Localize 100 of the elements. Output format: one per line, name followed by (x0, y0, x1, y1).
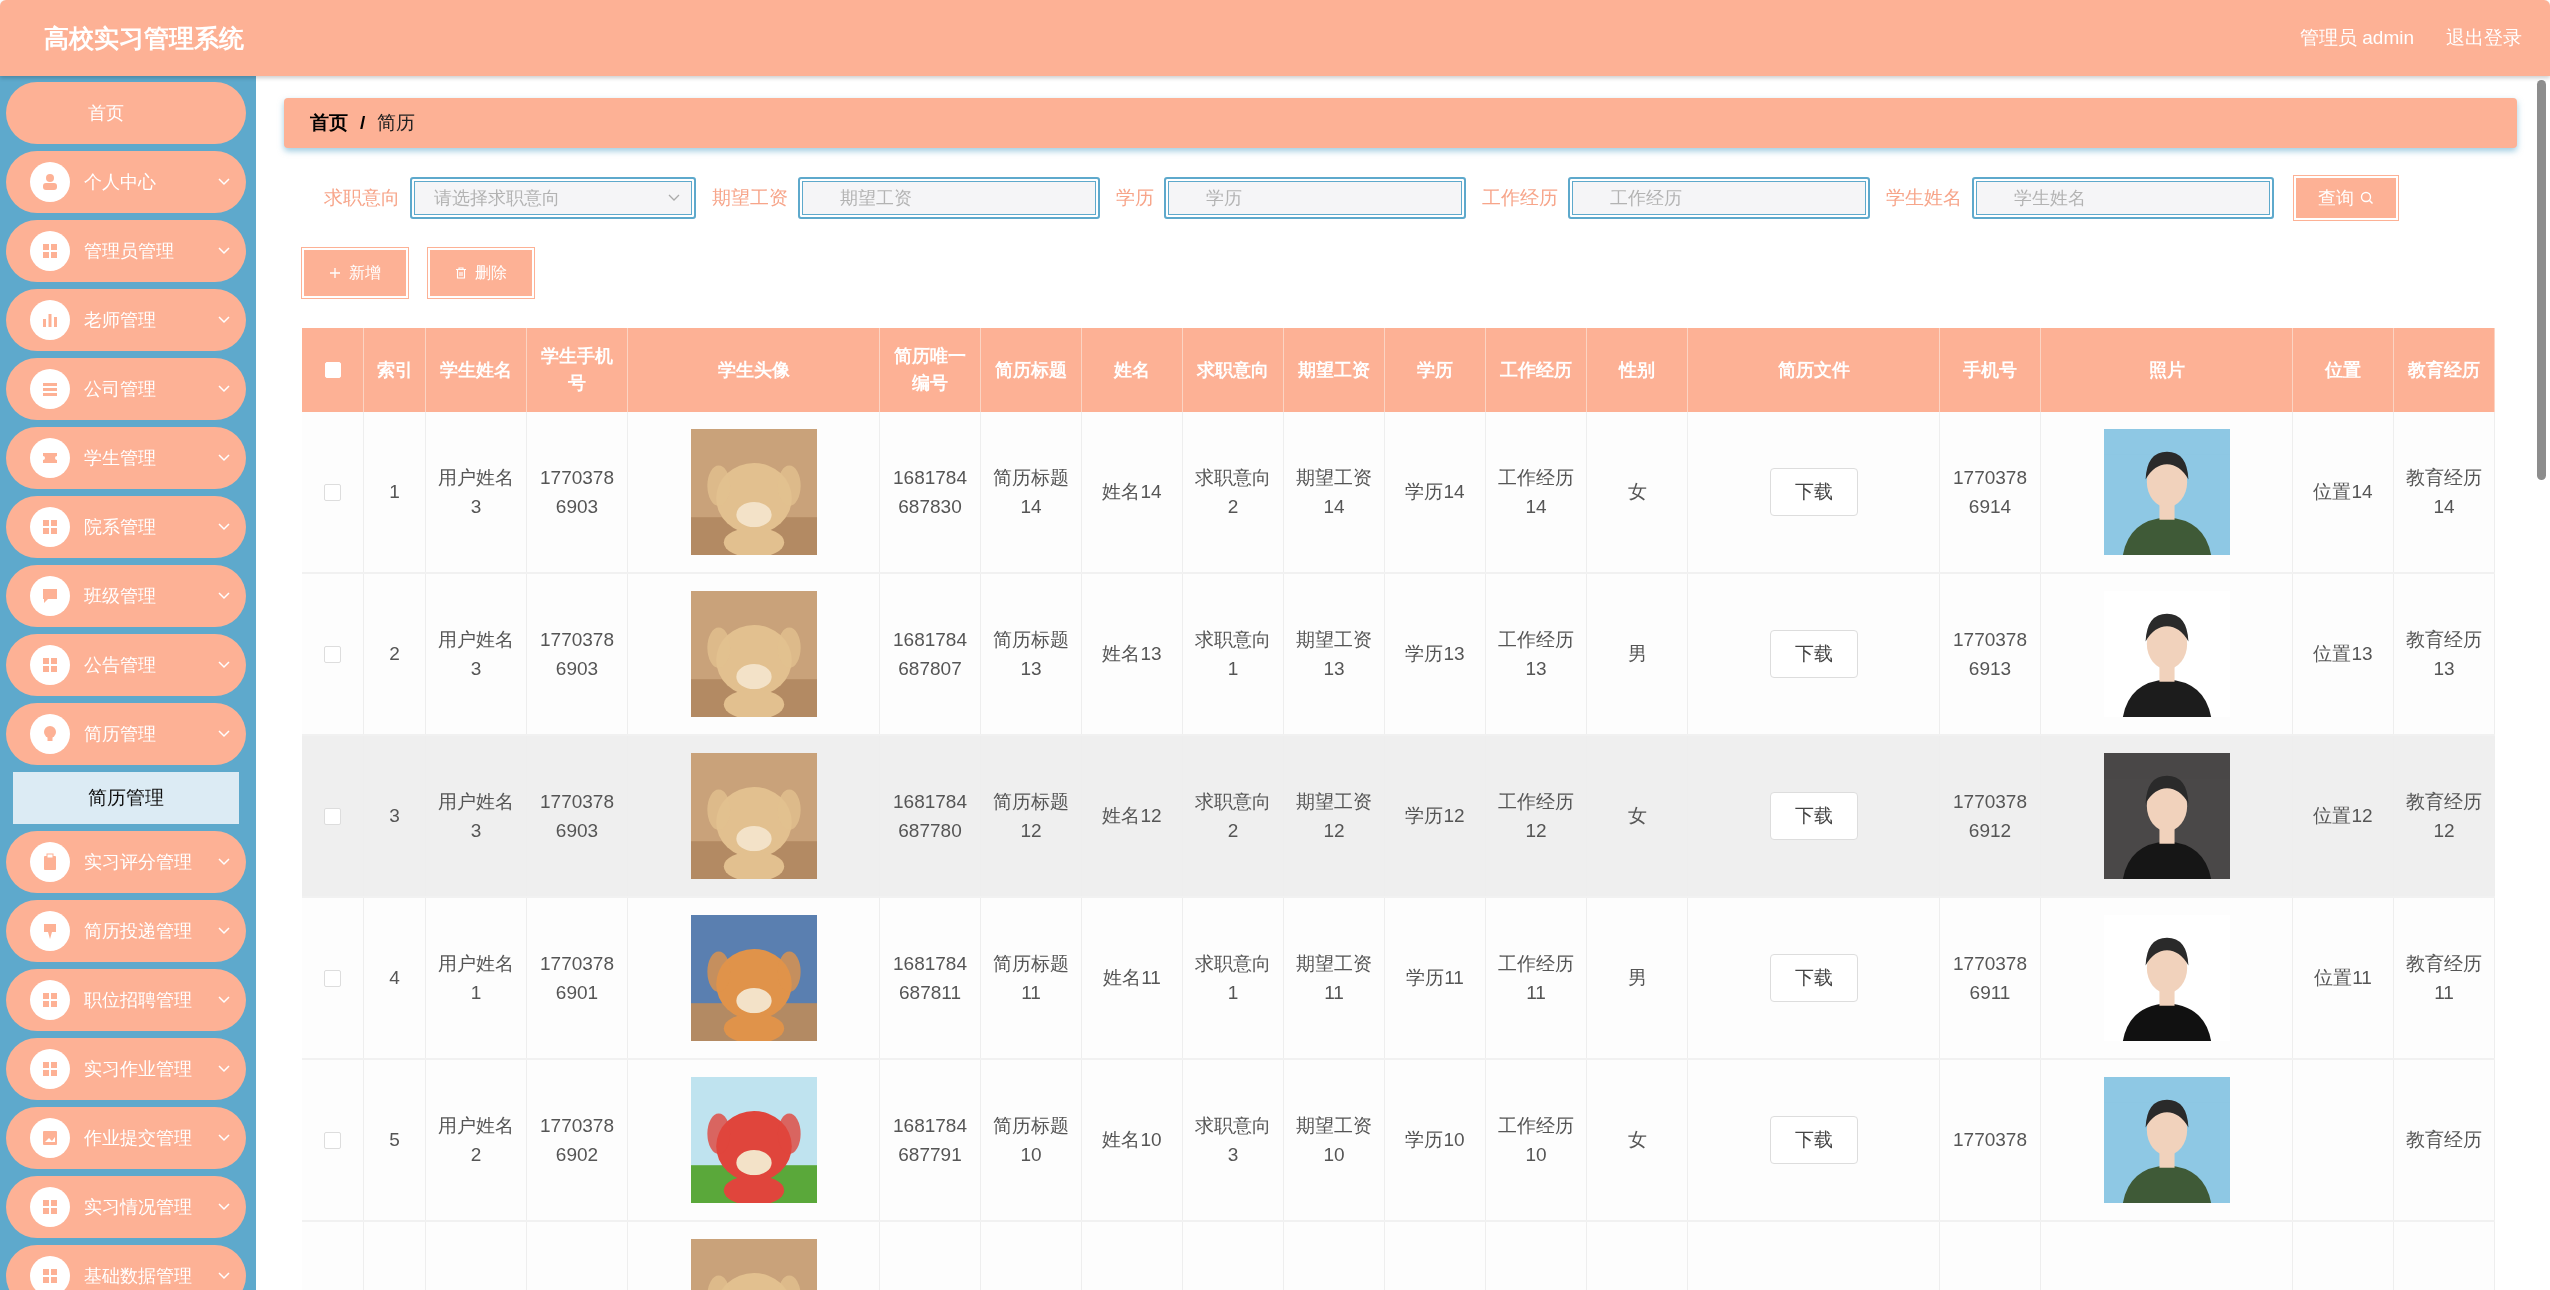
logout-link[interactable]: 退出登录 (2446, 25, 2522, 51)
table-cell-text: 姓名11 (1103, 966, 1161, 991)
menu-item[interactable]: 实习评分管理 (6, 831, 246, 893)
table-cell-text: 简历标题13 (992, 627, 1070, 681)
menu-item[interactable]: 公告管理 (6, 634, 246, 696)
table-cell-text: 3 (389, 804, 400, 829)
row-checkbox[interactable] (324, 645, 341, 663)
table-cell-text: 女 (1627, 804, 1647, 829)
table-cell-text: 1681784687807 (892, 627, 968, 681)
table-cell-text: 用户姓名3 (437, 789, 515, 843)
chevron-icon (218, 178, 230, 186)
table-cell-text: 简历标题10 (992, 1113, 1070, 1167)
app-title: 高校实习管理系统 (44, 22, 244, 54)
table-cell-text: 姓名13 (1102, 642, 1162, 667)
menu-item[interactable]: 实习情况管理 (6, 1176, 246, 1238)
chevron-icon (218, 927, 230, 935)
column-header: 学生头像 (717, 358, 790, 382)
table-cell-text: 位置14 (2313, 480, 2373, 505)
table-cell-text: 简历标题11 (992, 951, 1070, 1005)
search-button[interactable]: 查询 (2294, 176, 2398, 220)
download-button[interactable]: 下载 (1769, 954, 1858, 1002)
submenu-item[interactable]: 简历管理 (13, 772, 239, 824)
bulb-icon (30, 714, 70, 754)
table-cell-text: 17703786903 (539, 465, 615, 519)
plus-icon (329, 267, 341, 279)
table-cell-text: 用户姓名2 (437, 1113, 515, 1167)
table-cell-text: 姓名12 (1102, 804, 1162, 829)
grid-icon (30, 1256, 70, 1290)
chevron-icon (218, 247, 230, 255)
table-cell-text: 用户姓名3 (437, 465, 515, 519)
column-header: 学生姓名 (440, 358, 512, 382)
row-checkbox[interactable] (324, 969, 341, 987)
select-all-checkbox[interactable] (324, 362, 341, 378)
breadcrumb-link[interactable]: 首页 (310, 110, 348, 136)
table-cell-text: 4 (389, 966, 400, 991)
input-field[interactable]: 学历 (1164, 177, 1466, 219)
table-cell-text: 简历标题14 (992, 465, 1070, 519)
chart-icon (30, 300, 70, 340)
column-header: 学历 (1417, 358, 1453, 382)
download-button[interactable]: 下载 (1769, 468, 1858, 516)
table-cell-text: 教育经历11 (2405, 951, 2483, 1005)
table-cell-text: 17703786901 (539, 951, 615, 1005)
table-cell-text: 求职意向2 (1194, 789, 1272, 843)
table-cell-text: 位置11 (2314, 966, 2372, 991)
ticket-icon (30, 438, 70, 478)
input-field[interactable]: 期望工资 (798, 177, 1100, 219)
list-icon (30, 369, 70, 409)
add-button[interactable]: 新增 (302, 248, 408, 298)
breadcrumb-link[interactable]: 简历 (377, 110, 416, 136)
menu-item[interactable]: 首页 (6, 82, 246, 144)
menu-item[interactable]: 作业提交管理 (6, 1107, 246, 1169)
chevron-icon (218, 1272, 230, 1280)
select-field[interactable]: 请选择求职意向 (410, 177, 696, 219)
table-cell-text: 男 (1627, 642, 1647, 667)
scrollbar[interactable] (2537, 80, 2546, 480)
column-header: 位置 (2325, 358, 2361, 382)
row-checkbox[interactable] (324, 1131, 341, 1149)
menu-item[interactable]: 简历管理 (6, 703, 246, 765)
field-label: 学历 (1116, 186, 1154, 210)
menu-item[interactable]: 实习作业管理 (6, 1038, 246, 1100)
input-field[interactable]: 工作经历 (1568, 177, 1870, 219)
table-cell-text: 期望工资12 (1295, 789, 1373, 843)
pin-icon (30, 911, 70, 951)
user-label[interactable]: 管理员 admin (2299, 25, 2414, 51)
chevron-icon (218, 858, 230, 866)
row-checkbox[interactable] (324, 807, 341, 825)
column-header: 学生手机号 (540, 345, 614, 395)
menu-item[interactable]: 院系管理 (6, 496, 246, 558)
image-icon (30, 1118, 70, 1158)
menu-item[interactable]: 职位招聘管理 (6, 969, 246, 1031)
table-cell-text: 期望工资14 (1295, 465, 1373, 519)
table-cell-text: 用户姓名3 (437, 627, 515, 681)
delete-button[interactable]: 删除 (428, 248, 534, 298)
field-label: 期望工资 (712, 186, 788, 210)
menu-item[interactable]: 老师管理 (6, 289, 246, 351)
menu-item[interactable]: 个人中心 (6, 151, 246, 213)
table-cell-text: 17703786911 (1952, 951, 2028, 1005)
chat-icon (30, 576, 70, 616)
row-checkbox[interactable] (324, 483, 341, 501)
menu-item[interactable]: 简历投递管理 (6, 900, 246, 962)
field-label: 工作经历 (1482, 186, 1558, 210)
grid-icon (30, 645, 70, 685)
menu-item[interactable]: 学生管理 (6, 427, 246, 489)
menu-item[interactable]: 管理员管理 (6, 220, 246, 282)
menu-item[interactable]: 基础数据管理 (6, 1245, 246, 1290)
menu-item[interactable]: 公司管理 (6, 358, 246, 420)
table-cell-text: 教育经历13 (2405, 627, 2483, 681)
download-button[interactable]: 下载 (1769, 630, 1858, 678)
menu-item[interactable]: 班级管理 (6, 565, 246, 627)
column-header: 照片 (2148, 358, 2185, 382)
download-button[interactable]: 下载 (1769, 792, 1858, 840)
input-field[interactable]: 学生姓名 (1972, 177, 2274, 219)
table-cell-text: 简历标题12 (992, 789, 1070, 843)
table-cell-text: 1681784687780 (892, 789, 968, 843)
table-cell-text: 17703786914 (1952, 465, 2028, 519)
column-header: 姓名 (1114, 358, 1150, 382)
table-cell-text: 教育经历14 (2405, 465, 2483, 519)
download-button[interactable]: 下载 (1769, 1116, 1858, 1164)
table-cell-text: 教育经历12 (2405, 789, 2483, 843)
table-cell-text: 姓名14 (1102, 480, 1162, 505)
